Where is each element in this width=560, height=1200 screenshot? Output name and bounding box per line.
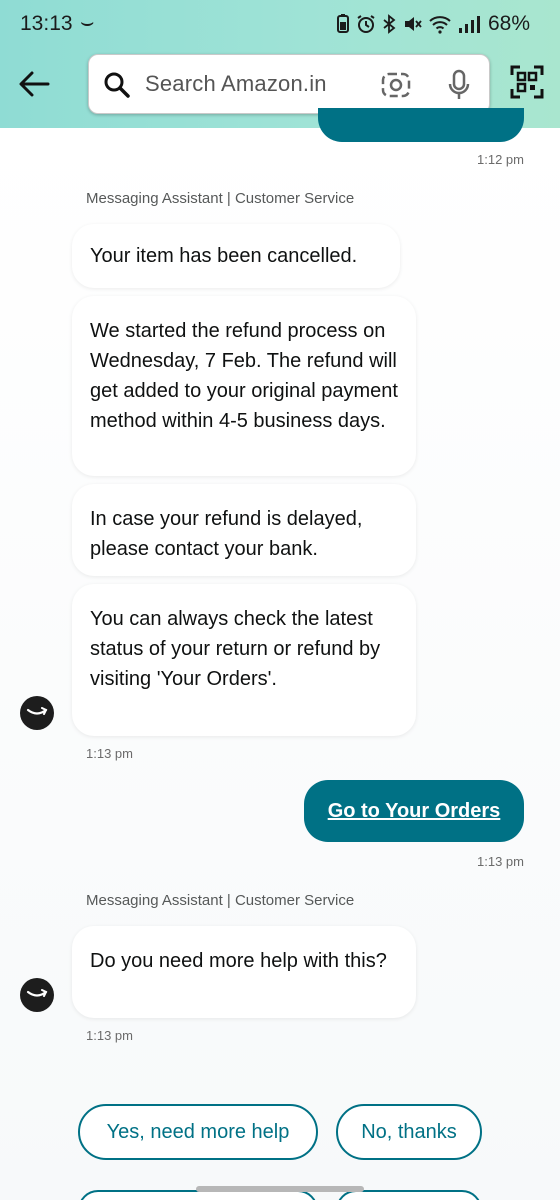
gesture-handle[interactable] [196,1186,364,1192]
quick-reply-label: Yes, need more help [106,1120,290,1143]
message-text: You can always check the latest status o… [90,608,381,690]
message-text: Do you need more help with this? [90,950,387,972]
search-bar[interactable]: Search Amazon.in [88,54,490,114]
status-time: 13:13 [20,12,73,35]
sender-label: Messaging Assistant | Customer Service [86,892,355,909]
signal-icon [459,16,480,33]
previous-sent-bubble [318,108,524,142]
message-text: Your item has been cancelled. [90,245,358,267]
status-icons [336,12,480,36]
message-time: 1:12 pm [477,152,524,167]
bluetooth-icon [383,14,396,34]
arrow-left-icon [19,71,50,97]
message-text: We started the refund process on Wednesd… [90,320,398,432]
wifi-icon [429,16,451,34]
amazon-smile-icon [26,989,48,997]
sender-label: Messaging Assistant | Customer Service [86,190,355,207]
message-time: 1:13 pm [477,854,524,869]
camera-search-icon[interactable] [381,71,411,99]
alarm-icon [357,15,375,33]
message-bubble: You can always check the latest status o… [72,584,416,736]
quick-reply-label: No, thanks [361,1120,457,1143]
message-bubble: In case your refund is delayed, please c… [72,484,416,576]
message-time: 1:13 pm [86,1028,133,1043]
qr-scan-icon[interactable] [510,65,544,99]
battery-level: 68% [487,12,530,35]
search-placeholder: Search Amazon.in [145,71,327,96]
notification-icon: ⌣ [80,9,95,34]
go-to-orders-bubble[interactable]: Go to Your Orders [304,780,524,842]
back-button[interactable] [14,64,54,104]
mute-icon [405,17,422,31]
quick-reply-yes-button[interactable]: Yes, need more help [78,1104,318,1160]
message-bubble: Your item has been cancelled. [72,224,400,288]
chat-thread[interactable]: 1:12 pm Messaging Assistant | Customer S… [0,108,560,1200]
message-text: In case your refund is delayed, please c… [90,508,363,560]
quick-reply-no-button[interactable]: No, thanks [336,1104,482,1160]
assistant-avatar [20,978,54,1012]
battery-saver-icon [337,14,349,33]
status-bar: 13:13 ⌣ 68% [0,0,560,48]
message-bubble: Do you need more help with this? [72,926,416,1018]
microphone-icon[interactable] [447,69,471,101]
message-time: 1:13 pm [86,746,133,761]
search-icon [104,72,130,98]
go-to-your-orders-link[interactable]: Go to Your Orders [328,800,501,823]
amazon-smile-icon [26,707,48,715]
assistant-avatar [20,696,54,730]
message-bubble: We started the refund process on Wednesd… [72,296,416,476]
